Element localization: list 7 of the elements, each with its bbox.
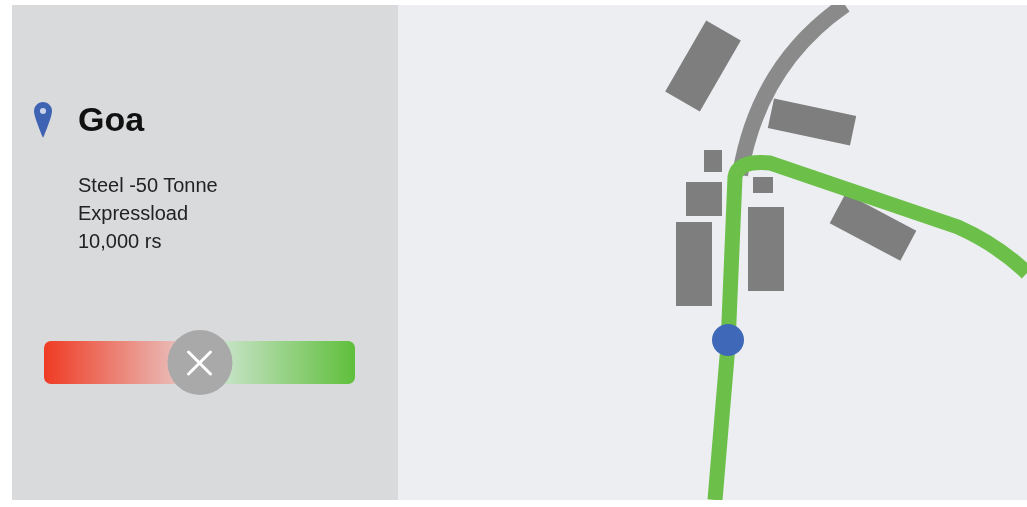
close-icon [186, 349, 213, 376]
place-title: Goa [78, 100, 145, 139]
load-detail: 10,000 rs [78, 229, 163, 254]
load-detail: Steel -50 Tonne [78, 173, 219, 198]
load-detail: Expressload [78, 201, 190, 226]
location-pin-icon [34, 100, 52, 139]
slider[interactable] [44, 330, 355, 395]
